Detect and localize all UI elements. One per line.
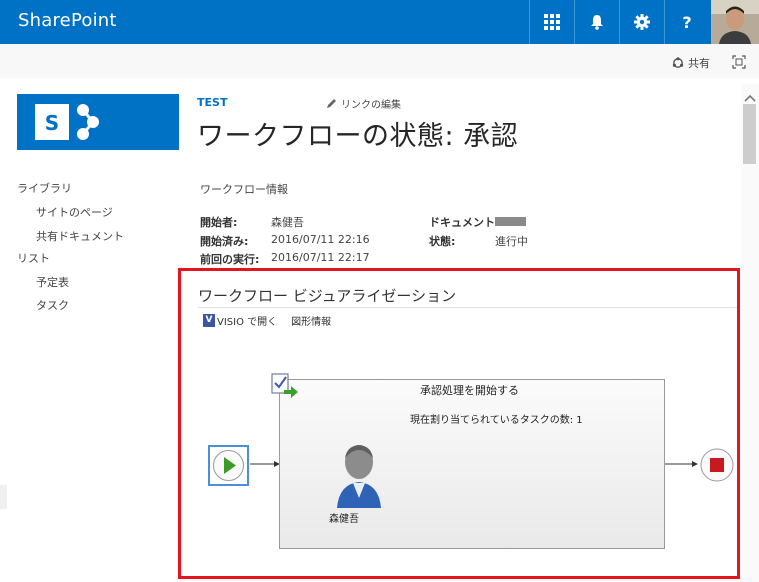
app-launcher-icon xyxy=(544,14,560,30)
share-icon xyxy=(672,57,684,68)
app-launcher-button[interactable] xyxy=(529,0,574,44)
nav-item-shared-documents[interactable]: 共有ドキュメント xyxy=(36,228,124,244)
ribbon-row xyxy=(0,44,759,78)
status-label: 状態: xyxy=(429,235,456,248)
settings-button[interactable] xyxy=(619,0,664,44)
sharepoint-logo-icon: S xyxy=(35,104,99,140)
initiator-label: 開始者: xyxy=(200,216,238,229)
pencil-icon xyxy=(327,99,336,108)
started-value: 2016/07/11 22:16 xyxy=(271,233,370,246)
nav-item-calendar[interactable]: 予定表 xyxy=(36,274,69,290)
avatar-photo xyxy=(711,0,759,44)
last-run-label: 前回の実行: xyxy=(200,253,260,266)
left-edge-handle xyxy=(0,485,7,509)
share-button[interactable]: 共有 xyxy=(672,55,710,71)
highlight-frame xyxy=(178,268,740,579)
status-value: 進行中 xyxy=(495,235,528,248)
focus-content-button[interactable] xyxy=(732,54,746,69)
edit-links-button[interactable]: リンクの編集 xyxy=(326,96,401,111)
page-title: ワークフローの状態: 承認 xyxy=(197,121,519,152)
gear-icon xyxy=(634,14,650,30)
share-label: 共有 xyxy=(688,57,710,70)
focus-icon xyxy=(732,55,746,69)
brand-label[interactable]: SharePoint xyxy=(18,10,117,31)
site-title-link[interactable]: TEST xyxy=(197,96,227,109)
nav-item-libraries[interactable]: ライブラリ xyxy=(17,180,72,196)
help-button[interactable]: ? xyxy=(664,0,709,44)
initiator-value[interactable]: 森健吾 xyxy=(271,214,304,230)
nav-item-site-pages[interactable]: サイトのページ xyxy=(36,204,113,220)
scroll-up-arrow-icon[interactable] xyxy=(744,88,756,102)
user-avatar[interactable] xyxy=(711,0,759,44)
svg-text:S: S xyxy=(45,111,59,135)
last-run-value: 2016/07/11 22:17 xyxy=(271,251,370,264)
bell-icon xyxy=(591,15,603,30)
help-icon: ? xyxy=(682,12,692,32)
notifications-button[interactable] xyxy=(574,0,619,44)
document-label: ドキュメント: xyxy=(429,216,500,229)
edit-links-label: リンクの編集 xyxy=(341,100,401,111)
document-link-redacted[interactable] xyxy=(495,217,526,226)
nav-item-lists[interactable]: リスト xyxy=(17,250,50,266)
workflow-info-heading: ワークフロー情報 xyxy=(200,183,288,196)
scrollbar-thumb[interactable] xyxy=(743,104,756,164)
site-logo[interactable]: S xyxy=(17,94,179,150)
started-label: 開始済み: xyxy=(200,235,249,248)
nav-item-tasks[interactable]: タスク xyxy=(36,297,69,313)
